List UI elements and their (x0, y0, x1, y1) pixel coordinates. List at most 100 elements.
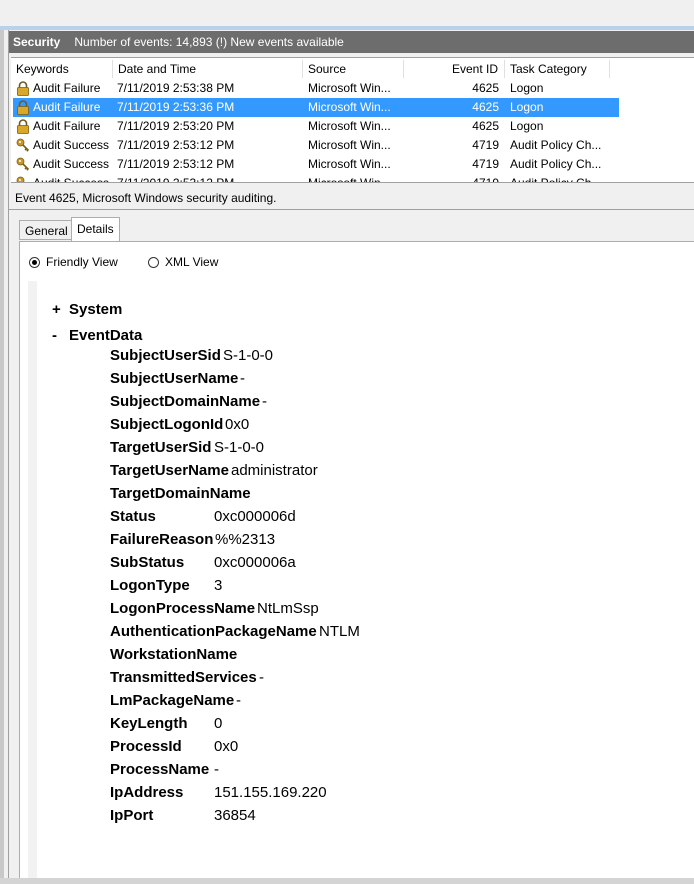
column-task-category[interactable]: Task Category (505, 60, 610, 78)
task-category-cell: Audit Policy Ch... (510, 157, 602, 171)
event-list[interactable]: Keywords Date and Time Source Event ID T… (11, 57, 694, 183)
field-value: 0 (214, 715, 223, 732)
eventdata-node[interactable]: EventData (69, 327, 142, 344)
field-value: - (236, 692, 241, 709)
table-row[interactable]: Audit Failure 7/11/2019 2:53:20 PM Microso… (13, 117, 619, 136)
radio-unselected-icon[interactable] (148, 257, 159, 268)
field-value: 3 (214, 577, 223, 594)
field-name: ProcessName (110, 761, 210, 778)
key-icon (16, 138, 30, 153)
keyword-cell: Audit Failure (33, 119, 101, 133)
task-category-cell: Logon (510, 119, 544, 133)
title-bar-strip (0, 0, 694, 26)
column-keywords[interactable]: Keywords (11, 60, 113, 78)
field-name: FailureReason (110, 531, 214, 548)
tab-details[interactable]: Details (71, 217, 120, 242)
tab-general[interactable]: General (19, 220, 74, 240)
field-name: ProcessId (110, 738, 182, 755)
lock-icon (16, 81, 30, 96)
field-name: IpPort (110, 807, 154, 824)
table-row[interactable]: Audit Success 7/11/2019 2:53:12 PM Microso… (13, 155, 619, 174)
left-panel-edge (0, 30, 4, 884)
field-value: - (262, 393, 267, 410)
field-name: LogonProcessName (110, 600, 256, 617)
field-value: S-1-0-0 (223, 347, 274, 364)
lock-icon (16, 119, 30, 134)
source-cell: Microsoft Win... (308, 81, 391, 95)
field-value: NTLM (319, 623, 360, 640)
field-name: TargetDomainName (110, 485, 251, 502)
keyword-cell: Audit Success (33, 176, 110, 183)
field-name: IpAddress (110, 784, 184, 801)
friendly-view-radio[interactable]: Friendly View (29, 254, 118, 270)
field-value: %%2313 (215, 531, 276, 548)
xml-view-radio[interactable]: XML View (148, 254, 218, 270)
datetime-cell: 7/11/2019 2:53:12 PM (117, 138, 235, 152)
column-source[interactable]: Source (303, 60, 404, 78)
table-row[interactable]: Audit Success 7/11/2019 2:53:12 PM Microso… (13, 136, 619, 155)
window-border (0, 26, 694, 30)
field-value: - (240, 370, 245, 387)
eventdata-toggle[interactable]: - (52, 327, 57, 344)
field-name: AuthenticationPackageName (110, 623, 317, 640)
event-count-status: Number of events: 14,893 (!) New events … (74, 35, 344, 49)
source-cell: Microsoft Win... (308, 100, 391, 114)
log-header: Security Number of events: 14,893 (!) New… (9, 31, 694, 53)
keyword-cell: Audit Success (33, 157, 110, 171)
field-name: TransmittedServices (110, 669, 257, 686)
event-id-cell: 4719 (472, 176, 499, 183)
field-name: TargetUserSid (110, 439, 212, 456)
table-row[interactable]: Audit Failure 7/11/2019 2:53:38 PM Microso… (13, 79, 619, 98)
radio-selected-icon[interactable] (29, 257, 40, 268)
source-cell: Microsoft Win... (308, 176, 391, 183)
field-value: - (214, 761, 219, 778)
table-row[interactable]: Audit Success 7/11/2019 2:53:12 PM Microso… (13, 174, 619, 183)
task-category-cell: Audit Policy Ch... (510, 176, 602, 183)
field-name: KeyLength (110, 715, 188, 732)
field-name: SubjectDomainName (110, 393, 261, 410)
field-name: SubjectLogonId (110, 416, 224, 433)
field-value: S-1-0-0 (214, 439, 265, 456)
task-category-cell: Audit Policy Ch... (510, 138, 602, 152)
field-value: 36854 (214, 807, 256, 824)
event-id-cell: 4625 (472, 81, 499, 95)
system-node[interactable]: System (69, 301, 122, 318)
field-value: 0x0 (225, 416, 250, 433)
datetime-cell: 7/11/2019 2:53:36 PM (117, 100, 235, 114)
key-icon (16, 176, 30, 182)
field-value: NtLmSsp (257, 600, 319, 617)
key-icon (16, 157, 30, 172)
source-cell: Microsoft Win... (308, 138, 391, 152)
datetime-cell: 7/11/2019 2:53:12 PM (117, 157, 235, 171)
task-category-cell: Logon (510, 81, 544, 95)
field-value: 0xc000006a (214, 554, 296, 571)
keyword-cell: Audit Success (33, 138, 110, 152)
table-row[interactable]: Audit Failure 7/11/2019 2:53:36 PM Microso… (13, 98, 619, 117)
details-pane: Event 4625, Microsoft Windows security a… (9, 186, 694, 884)
column-date-time[interactable]: Date and Time (113, 60, 303, 78)
event-id-cell: 4719 (472, 157, 499, 171)
field-value: administrator (231, 462, 318, 479)
lock-icon (16, 100, 30, 115)
field-value: 151.155.169.220 (214, 784, 327, 801)
field-name: WorkstationName (110, 646, 238, 663)
event-title: Event 4625, Microsoft Windows security a… (9, 186, 694, 210)
event-id-cell: 4625 (472, 119, 499, 133)
column-event-id[interactable]: Event ID (404, 60, 505, 78)
source-cell: Microsoft Win... (308, 157, 391, 171)
details-gutter (28, 281, 37, 884)
field-value: 0xc000006d (214, 508, 296, 525)
keyword-cell: Audit Failure (33, 81, 101, 95)
xml-view-label: XML View (165, 255, 219, 269)
datetime-cell: 7/11/2019 2:53:38 PM (117, 81, 235, 95)
datetime-cell: 7/11/2019 2:53:12 PM (117, 176, 235, 183)
friendly-view-content: + System - EventData SubjectUserSid S-1-0… (37, 281, 694, 884)
event-id-cell: 4625 (472, 100, 499, 114)
field-value: 0x0 (214, 738, 239, 755)
system-toggle[interactable]: + (52, 301, 61, 318)
source-cell: Microsoft Win... (308, 119, 391, 133)
field-name: LogonType (110, 577, 190, 594)
field-name: Status (110, 508, 156, 525)
friendly-view-label: Friendly View (46, 255, 118, 269)
datetime-cell: 7/11/2019 2:53:20 PM (117, 119, 235, 133)
